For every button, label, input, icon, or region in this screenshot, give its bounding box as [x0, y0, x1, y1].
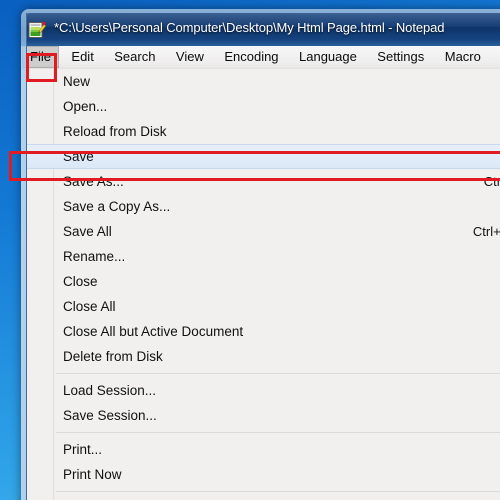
- menu-item-print[interactable]: Print... Ctrl+P: [26, 437, 500, 462]
- menubar-item-language[interactable]: Language: [291, 46, 365, 68]
- menu-item-load-session[interactable]: Load Session...: [26, 378, 500, 403]
- menu-item-label: Load Session...: [63, 383, 157, 398]
- menu-item-label: Save: [63, 149, 94, 164]
- menu-item-label: Open...: [63, 99, 108, 114]
- menu-item-label: Rename...: [63, 249, 126, 264]
- menu-item-delete-from-disk[interactable]: Delete from Disk: [26, 344, 500, 369]
- window-title-text: *C:\Users\Personal Computer\Desktop\My H…: [54, 20, 445, 35]
- menu-item-label: Save All: [63, 224, 112, 239]
- menu-item-label: Print Now: [63, 467, 122, 482]
- notepadpp-icon: [28, 22, 46, 38]
- menu-item-label: Delete from Disk: [63, 349, 163, 364]
- menu-item-label: Print...: [63, 442, 103, 457]
- menu-item-recent-file-1[interactable]: 1: C:\Program Files (x86)\Notepad++\chan…: [26, 496, 500, 500]
- menu-separator-1: [56, 373, 500, 374]
- menu-item-close-all[interactable]: Close All: [26, 294, 500, 319]
- menubar-item-macro[interactable]: Macro: [437, 46, 489, 68]
- menu-separator-3: [56, 491, 500, 492]
- menubar-item-edit[interactable]: Edit: [63, 46, 101, 68]
- menu-item-save[interactable]: Save Ctrl+S: [26, 144, 500, 169]
- menu-item-rename[interactable]: Rename...: [26, 244, 500, 269]
- menu-item-open[interactable]: Open... Ctrl+O: [26, 94, 500, 119]
- menu-item-label: Close All but Active Document: [63, 324, 244, 339]
- menu-item-shortcut: Ctrl+Alt+S: [483, 174, 500, 189]
- menu-bar: File Edit Search View Encoding Language …: [22, 46, 500, 70]
- file-dropdown-menu: New Ctrl+N Open... Ctrl+O Reload from Di…: [26, 69, 500, 500]
- menubar-item-view[interactable]: View: [168, 46, 212, 68]
- menu-item-save-as[interactable]: Save As... Ctrl+Alt+S: [26, 169, 500, 194]
- menu-item-save-session[interactable]: Save Session...: [26, 403, 500, 428]
- menu-item-label: Close: [63, 274, 98, 289]
- menu-item-label: Save a Copy As...: [63, 199, 171, 214]
- menu-item-print-now[interactable]: Print Now: [26, 462, 500, 487]
- menubar-item-run[interactable]: R: [493, 46, 500, 68]
- menu-separator-2: [56, 432, 500, 433]
- menubar-item-encoding[interactable]: Encoding: [216, 46, 286, 68]
- menu-item-close[interactable]: Close Ctrl+W: [26, 269, 500, 294]
- window-title-bar[interactable]: *C:\Users\Personal Computer\Desktop\My H…: [21, 9, 500, 46]
- menu-item-new[interactable]: New Ctrl+N: [26, 69, 500, 94]
- menu-item-save-a-copy-as[interactable]: Save a Copy As...: [26, 194, 500, 219]
- menubar-item-search[interactable]: Search: [106, 46, 163, 68]
- menu-item-save-all[interactable]: Save All Ctrl+Shift+S: [26, 219, 500, 244]
- menu-item-label: Close All: [63, 299, 116, 314]
- menu-item-label: Reload from Disk: [63, 124, 167, 139]
- menu-item-label: New: [63, 74, 91, 89]
- menu-item-label: Save Session...: [63, 408, 157, 423]
- menu-item-shortcut: Ctrl+Shift+S: [472, 224, 500, 239]
- menu-item-close-all-but-active-document[interactable]: Close All but Active Document: [26, 319, 500, 344]
- menu-item-label: Save As...: [63, 174, 124, 189]
- desktop-background: *C:\Users\Personal Computer\Desktop\My H…: [0, 0, 500, 500]
- notepadpp-window: *C:\Users\Personal Computer\Desktop\My H…: [21, 9, 500, 500]
- menubar-item-settings[interactable]: Settings: [369, 46, 432, 68]
- menubar-item-file[interactable]: File: [22, 46, 59, 68]
- menu-item-reload-from-disk[interactable]: Reload from Disk: [26, 119, 500, 144]
